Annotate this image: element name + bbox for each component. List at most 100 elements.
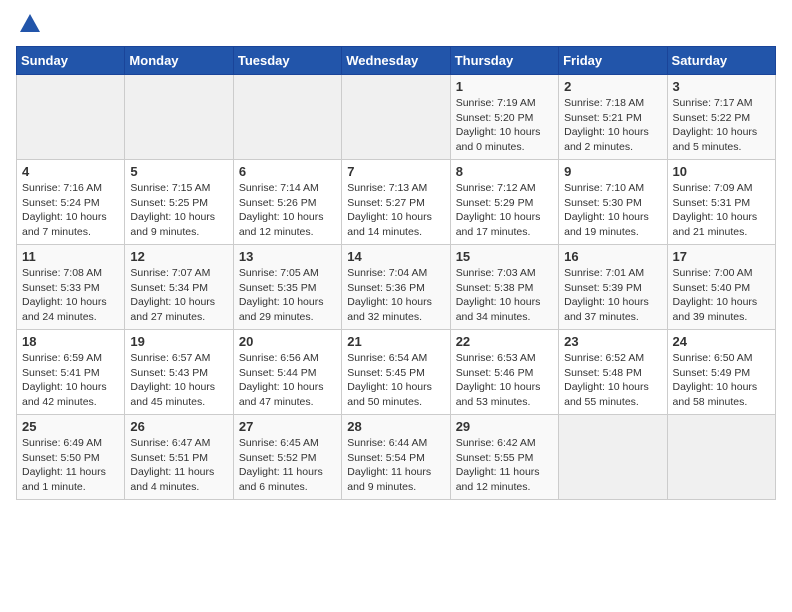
calendar-cell: 25Sunrise: 6:49 AM Sunset: 5:50 PM Dayli… xyxy=(17,415,125,500)
weekday-header-saturday: Saturday xyxy=(667,47,775,75)
page-header xyxy=(16,16,776,34)
day-info: Sunrise: 7:10 AM Sunset: 5:30 PM Dayligh… xyxy=(564,181,661,240)
day-info: Sunrise: 7:16 AM Sunset: 5:24 PM Dayligh… xyxy=(22,181,119,240)
day-number: 17 xyxy=(673,249,770,264)
calendar-week-row: 18 Sunrise: 6:59 AM Sunset: 5:41 PM Dayli… xyxy=(17,330,776,415)
calendar-cell: 5 Sunrise: 7:15 AM Sunset: 5:25 PM Daylig… xyxy=(125,160,233,245)
day-number: 15 xyxy=(456,249,553,264)
calendar-cell: 27 Sunrise: 6:45 AM Sunset: 5:52 PM Dayli… xyxy=(233,415,341,500)
day-number: 23 xyxy=(564,334,661,349)
day-number: 21 xyxy=(347,334,444,349)
calendar-cell: 19 Sunrise: 6:57 AM Sunset: 5:43 PM Dayli… xyxy=(125,330,233,415)
day-info: Sunrise: 6:54 AM Sunset: 5:45 PM Dayligh… xyxy=(347,351,444,410)
day-number: 26 xyxy=(130,419,227,434)
day-info: Sunrise: 7:08 AM Sunset: 5:33 PM Dayligh… xyxy=(22,266,119,325)
calendar-cell: 10Sunrise: 7:09 AM Sunset: 5:31 PM Dayli… xyxy=(667,160,775,245)
day-info: Sunrise: 6:50 AM Sunset: 5:49 PM Dayligh… xyxy=(673,351,770,410)
weekday-header-tuesday: Tuesday xyxy=(233,47,341,75)
calendar-cell xyxy=(17,75,125,160)
day-info: Sunrise: 7:03 AM Sunset: 5:38 PM Dayligh… xyxy=(456,266,553,325)
calendar-cell xyxy=(559,415,667,500)
calendar-cell: 26 Sunrise: 6:47 AM Sunset: 5:51 PM Dayli… xyxy=(125,415,233,500)
day-number: 13 xyxy=(239,249,336,264)
day-info: Sunrise: 6:52 AM Sunset: 5:48 PM Dayligh… xyxy=(564,351,661,410)
day-info: Sunrise: 7:15 AM Sunset: 5:25 PM Dayligh… xyxy=(130,181,227,240)
day-number: 27 xyxy=(239,419,336,434)
calendar-cell xyxy=(233,75,341,160)
calendar-cell xyxy=(667,415,775,500)
day-number: 12 xyxy=(130,249,227,264)
day-number: 2 xyxy=(564,79,661,94)
logo xyxy=(16,16,40,34)
calendar-cell: 2 Sunrise: 7:18 AM Sunset: 5:21 PM Daylig… xyxy=(559,75,667,160)
day-number: 28 xyxy=(347,419,444,434)
calendar-table: SundayMondayTuesdayWednesdayThursdayFrid… xyxy=(16,46,776,500)
calendar-cell xyxy=(125,75,233,160)
calendar-cell: 9 Sunrise: 7:10 AM Sunset: 5:30 PM Daylig… xyxy=(559,160,667,245)
day-number: 14 xyxy=(347,249,444,264)
calendar-cell: 18 Sunrise: 6:59 AM Sunset: 5:41 PM Dayli… xyxy=(17,330,125,415)
day-number: 20 xyxy=(239,334,336,349)
day-info: Sunrise: 7:18 AM Sunset: 5:21 PM Dayligh… xyxy=(564,96,661,155)
day-number: 6 xyxy=(239,164,336,179)
calendar-cell: 14 Sunrise: 7:04 AM Sunset: 5:36 PM Dayli… xyxy=(342,245,450,330)
day-info: Sunrise: 7:19 AM Sunset: 5:20 PM Dayligh… xyxy=(456,96,553,155)
day-number: 16 xyxy=(564,249,661,264)
day-info: Sunrise: 7:12 AM Sunset: 5:29 PM Dayligh… xyxy=(456,181,553,240)
day-number: 24 xyxy=(673,334,770,349)
day-number: 1 xyxy=(456,79,553,94)
calendar-cell: 13 Sunrise: 7:05 AM Sunset: 5:35 PM Dayli… xyxy=(233,245,341,330)
day-info: Sunrise: 7:04 AM Sunset: 5:36 PM Dayligh… xyxy=(347,266,444,325)
day-number: 22 xyxy=(456,334,553,349)
day-number: 8 xyxy=(456,164,553,179)
weekday-header-row: SundayMondayTuesdayWednesdayThursdayFrid… xyxy=(17,47,776,75)
day-number: 7 xyxy=(347,164,444,179)
calendar-cell: 15 Sunrise: 7:03 AM Sunset: 5:38 PM Dayli… xyxy=(450,245,558,330)
day-number: 29 xyxy=(456,419,553,434)
calendar-cell: 7 Sunrise: 7:13 AM Sunset: 5:27 PM Daylig… xyxy=(342,160,450,245)
day-number: 19 xyxy=(130,334,227,349)
day-info: Sunrise: 6:45 AM Sunset: 5:52 PM Dayligh… xyxy=(239,436,336,495)
day-info: Sunrise: 6:59 AM Sunset: 5:41 PM Dayligh… xyxy=(22,351,119,410)
day-number: 4 xyxy=(22,164,119,179)
calendar-cell: 3Sunrise: 7:17 AM Sunset: 5:22 PM Daylig… xyxy=(667,75,775,160)
day-number: 11 xyxy=(22,249,119,264)
weekday-header-monday: Monday xyxy=(125,47,233,75)
day-number: 18 xyxy=(22,334,119,349)
day-info: Sunrise: 6:53 AM Sunset: 5:46 PM Dayligh… xyxy=(456,351,553,410)
calendar-cell: 16 Sunrise: 7:01 AM Sunset: 5:39 PM Dayli… xyxy=(559,245,667,330)
day-info: Sunrise: 6:57 AM Sunset: 5:43 PM Dayligh… xyxy=(130,351,227,410)
day-info: Sunrise: 7:07 AM Sunset: 5:34 PM Dayligh… xyxy=(130,266,227,325)
day-number: 9 xyxy=(564,164,661,179)
calendar-cell: 6 Sunrise: 7:14 AM Sunset: 5:26 PM Daylig… xyxy=(233,160,341,245)
calendar-week-row: 4 Sunrise: 7:16 AM Sunset: 5:24 PM Daylig… xyxy=(17,160,776,245)
day-info: Sunrise: 7:00 AM Sunset: 5:40 PM Dayligh… xyxy=(673,266,770,325)
day-info: Sunrise: 7:14 AM Sunset: 5:26 PM Dayligh… xyxy=(239,181,336,240)
calendar-cell: 24 Sunrise: 6:50 AM Sunset: 5:49 PM Dayli… xyxy=(667,330,775,415)
calendar-cell: 29Sunrise: 6:42 AM Sunset: 5:55 PM Dayli… xyxy=(450,415,558,500)
day-number: 10 xyxy=(673,164,770,179)
calendar-cell: 22 Sunrise: 6:53 AM Sunset: 5:46 PM Dayli… xyxy=(450,330,558,415)
calendar-cell: 8 Sunrise: 7:12 AM Sunset: 5:29 PM Daylig… xyxy=(450,160,558,245)
weekday-header-wednesday: Wednesday xyxy=(342,47,450,75)
day-info: Sunrise: 7:01 AM Sunset: 5:39 PM Dayligh… xyxy=(564,266,661,325)
calendar-cell: 23 Sunrise: 6:52 AM Sunset: 5:48 PM Dayli… xyxy=(559,330,667,415)
weekday-header-sunday: Sunday xyxy=(17,47,125,75)
day-info: Sunrise: 7:13 AM Sunset: 5:27 PM Dayligh… xyxy=(347,181,444,240)
day-info: Sunrise: 6:56 AM Sunset: 5:44 PM Dayligh… xyxy=(239,351,336,410)
day-number: 25 xyxy=(22,419,119,434)
calendar-cell: 21 Sunrise: 6:54 AM Sunset: 5:45 PM Dayli… xyxy=(342,330,450,415)
day-info: Sunrise: 7:17 AM Sunset: 5:22 PM Dayligh… xyxy=(673,96,770,155)
calendar-cell xyxy=(342,75,450,160)
calendar-week-row: 11 Sunrise: 7:08 AM Sunset: 5:33 PM Dayli… xyxy=(17,245,776,330)
day-info: Sunrise: 7:05 AM Sunset: 5:35 PM Dayligh… xyxy=(239,266,336,325)
day-info: Sunrise: 6:44 AM Sunset: 5:54 PM Dayligh… xyxy=(347,436,444,495)
weekday-header-thursday: Thursday xyxy=(450,47,558,75)
calendar-cell: 12 Sunrise: 7:07 AM Sunset: 5:34 PM Dayli… xyxy=(125,245,233,330)
day-number: 5 xyxy=(130,164,227,179)
calendar-cell: 11 Sunrise: 7:08 AM Sunset: 5:33 PM Dayli… xyxy=(17,245,125,330)
weekday-header-friday: Friday xyxy=(559,47,667,75)
day-info: Sunrise: 6:47 AM Sunset: 5:51 PM Dayligh… xyxy=(130,436,227,495)
calendar-week-row: 1 Sunrise: 7:19 AM Sunset: 5:20 PM Daylig… xyxy=(17,75,776,160)
logo-arrow-icon xyxy=(20,14,40,32)
